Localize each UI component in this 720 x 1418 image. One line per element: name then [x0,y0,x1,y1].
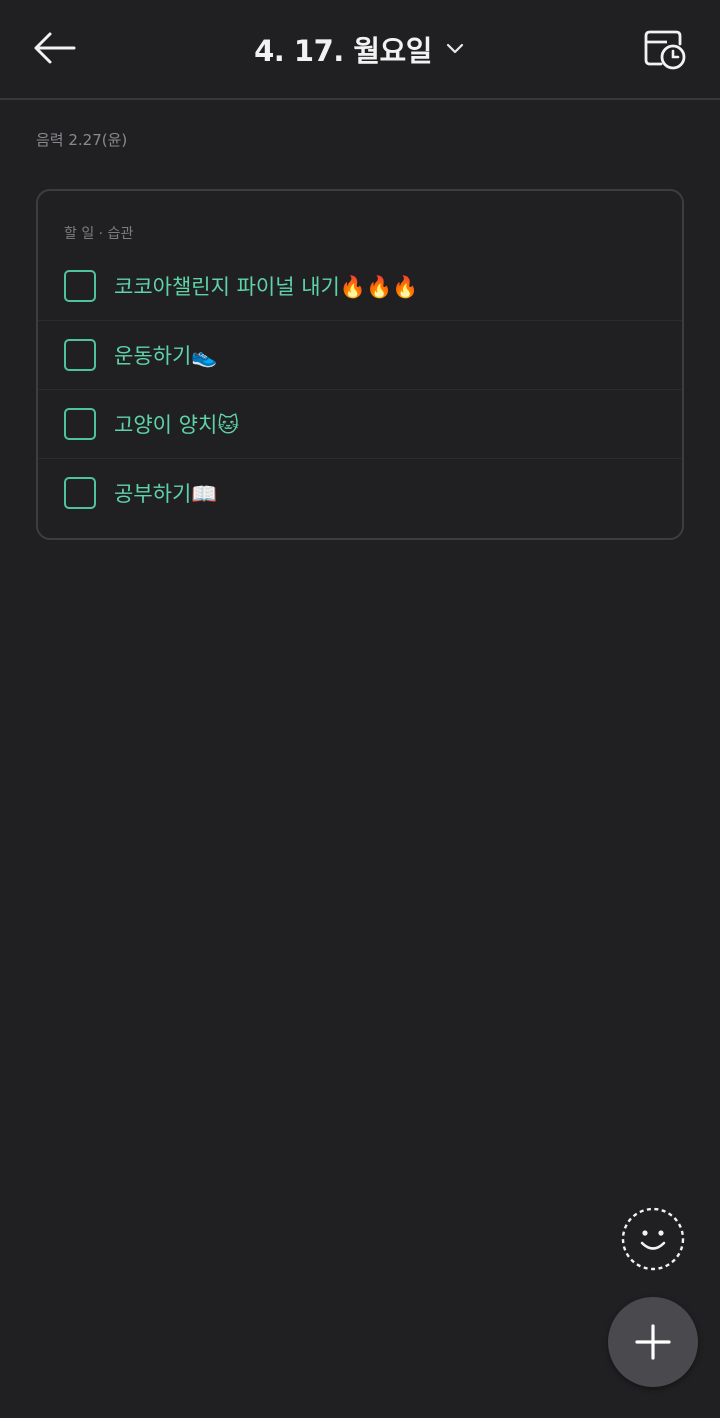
todo-item[interactable]: 운동하기👟 [38,321,682,390]
top-bar: 4. 17. 월요일 [0,0,720,100]
todo-card: 할 일 · 습관 코코아챌린지 파이널 내기🔥🔥🔥 운동하기👟 고양이 양치🐱 … [36,189,684,540]
todo-checkbox[interactable] [64,339,96,371]
todo-text: 공부하기📖 [114,482,218,506]
lunar-date: 음력 2.27(윤) [36,131,128,149]
smiley-dashed-icon [621,1207,685,1271]
todo-text: 운동하기👟 [114,344,218,368]
calendar-clock-icon [644,30,686,70]
todo-text: 고양이 양치🐱 [114,413,240,437]
chevron-down-icon [444,38,466,60]
todo-checkbox[interactable] [64,408,96,440]
todo-item[interactable]: 고양이 양치🐱 [38,390,682,459]
page-title: 4. 17. 월요일 [254,34,432,68]
todo-checkbox[interactable] [64,477,96,509]
emoji-reaction-button[interactable] [621,1207,685,1271]
add-button[interactable] [608,1297,698,1387]
category-label: 할 일 · 습관 [64,226,134,242]
todo-item[interactable]: 코코아챌린지 파이널 내기🔥🔥🔥 [38,252,682,321]
history-button[interactable] [638,24,692,74]
todo-text: 코코아챌린지 파이널 내기🔥🔥🔥 [114,275,419,299]
plus-icon [635,1324,671,1360]
date-selector[interactable]: 4. 17. 월요일 [0,28,720,70]
todo-item[interactable]: 공부하기📖 [38,459,682,527]
todo-checkbox[interactable] [64,270,96,302]
